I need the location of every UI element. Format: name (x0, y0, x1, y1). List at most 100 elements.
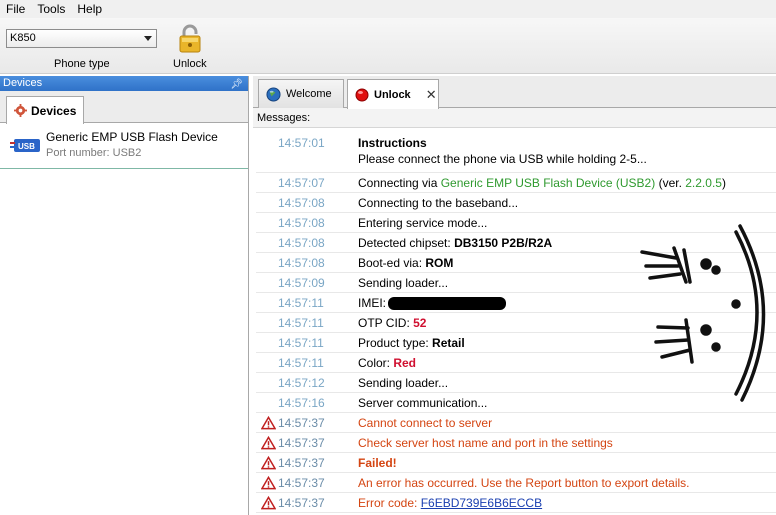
devices-panel-header: Devices 📌︎ (0, 76, 248, 91)
messages-label: Messages: (253, 108, 776, 128)
message-title: Instructions (358, 136, 427, 150)
message-text: Color: Red (358, 356, 416, 370)
usb-icon: USB (10, 139, 40, 152)
device-port: Port number: USB2 (46, 147, 142, 159)
usb-icon-text: USB (18, 142, 35, 151)
message-value: 52 (413, 316, 427, 330)
message-label: OTP CID: (358, 316, 414, 330)
close-icon[interactable]: ✕ (426, 87, 437, 103)
menu-tools[interactable]: Tools (31, 0, 71, 18)
message-time: 14:57:12 (278, 376, 325, 390)
message-time: 14:57:37 (278, 476, 325, 490)
message-label: Boot-ed via: (358, 256, 426, 270)
message-time: 14:57:08 (278, 196, 325, 210)
message-time: 14:57:37 (278, 496, 325, 510)
message-text: Sending loader... (358, 276, 449, 290)
message-text: Entering service mode... (358, 216, 488, 230)
message-label: IMEI: (358, 296, 387, 310)
phone-type-value: K850 (10, 32, 36, 44)
error-text: Check server host name and port in the s… (358, 436, 613, 450)
message-label: Color: (358, 356, 394, 370)
message-time: 14:57:08 (278, 256, 325, 270)
devices-panel-title: Devices (3, 77, 43, 89)
message-time: 14:57:37 (278, 436, 325, 450)
phone-type-label: Phone type (54, 58, 110, 70)
message-row: 14:57:08 Connecting to the baseband... (256, 193, 776, 213)
lock-icon (179, 24, 201, 53)
message-value: Red (393, 356, 417, 370)
error-row: 14:57:37 An error has occurred. Use the … (256, 473, 776, 493)
error-text: Failed! (358, 456, 397, 470)
message-text: Product type: Retail (358, 336, 465, 350)
device-list-item[interactable]: USB Generic EMP USB Flash Device Port nu… (0, 123, 248, 169)
devices-panel: Devices 📌︎ Devices USB Generic EMP USB F… (0, 76, 249, 515)
main-tabstrip: Welcome Unlock ✕ (253, 76, 776, 109)
menu-help[interactable]: Help (71, 0, 108, 18)
message-suffix: ) (721, 176, 726, 190)
message-time: 14:57:11 (278, 356, 324, 370)
error-text: Cannot connect to server (358, 416, 493, 430)
warning-icon (261, 436, 276, 450)
gear-icon (14, 104, 27, 117)
tab-welcome-label: Welcome (286, 88, 332, 100)
tab-unlock-label: Unlock (374, 88, 411, 101)
message-prefix: Connecting via (358, 176, 441, 190)
message-text: Sending loader... (358, 376, 449, 390)
message-device: Generic EMP USB Flash Device (USB2) (440, 176, 656, 190)
message-value: ROM (425, 256, 454, 270)
warning-icon (261, 456, 276, 470)
chevron-down-icon (144, 36, 152, 41)
warning-icon (261, 476, 276, 490)
message-text: IMEI: (358, 296, 507, 311)
record-icon (355, 88, 369, 101)
message-text: Connecting to the baseband... (358, 196, 519, 210)
message-text: Please connect the phone via USB while h… (358, 152, 647, 166)
message-mid: (ver. (655, 176, 686, 190)
message-time: 14:57:07 (278, 176, 325, 190)
message-time: 14:57:11 (278, 296, 324, 310)
message-label: Product type: (358, 336, 433, 350)
error-text: Error code: F6EBD739E6B6ECCB (358, 496, 542, 510)
message-value: DB3150 P2B/R2A (454, 236, 553, 250)
pin-icon[interactable]: 📌︎ (230, 77, 243, 92)
menu-bar: File Tools Help (0, 0, 776, 18)
error-row: 14:57:37 Check server host name and port… (256, 433, 776, 453)
toolbar: K850 Phone type Unlock (0, 18, 776, 74)
message-text: Server communication... (358, 396, 488, 410)
message-time: 14:57:11 (278, 316, 324, 330)
warning-icon (261, 496, 276, 510)
tab-devices[interactable]: Devices (6, 96, 84, 124)
message-time: 14:57:11 (278, 336, 324, 350)
message-text: Detected chipset: DB3150 P2B/R2A (358, 236, 552, 250)
error-code-label: Error code: (358, 496, 421, 510)
message-text: Connecting via Generic EMP USB Flash Dev… (358, 176, 726, 190)
message-time: 14:57:09 (278, 276, 325, 290)
message-time: 14:57:37 (278, 416, 325, 430)
tab-unlock[interactable]: Unlock ✕ (347, 79, 439, 109)
message-time: 14:57:08 (278, 216, 325, 230)
message-label: Detected chipset: (358, 236, 455, 250)
tab-welcome[interactable]: Welcome (258, 79, 344, 108)
message-time: 14:57:08 (278, 236, 325, 250)
unlock-button[interactable]: Unlock (166, 22, 214, 74)
message-row: 14:57:07 Connecting via Generic EMP USB … (256, 173, 776, 193)
warning-icon (261, 416, 276, 430)
error-row: 14:57:37 Error code: F6EBD739E6B6ECCB (256, 493, 776, 513)
error-text: An error has occurred. Use the Report bu… (358, 476, 690, 490)
message-text: Boot-ed via: ROM (358, 256, 453, 270)
message-row: 14:57:01 Instructions Please connect the… (256, 133, 776, 173)
smiley-doodle (640, 224, 766, 402)
unlock-label: Unlock (173, 58, 207, 70)
phone-type-select[interactable]: K850 (6, 29, 157, 48)
error-row: 14:57:37 Failed! (256, 453, 776, 473)
message-value: Retail (432, 336, 465, 350)
error-row: 14:57:37 Cannot connect to server (256, 413, 776, 433)
menu-file[interactable]: File (0, 0, 31, 18)
device-name: Generic EMP USB Flash Device (46, 130, 218, 144)
globe-icon (266, 86, 281, 102)
message-text: OTP CID: 52 (358, 316, 426, 330)
error-code-link[interactable]: F6EBD739E6B6ECCB (421, 496, 542, 510)
message-time: 14:57:16 (278, 396, 325, 410)
message-time: 14:57:01 (278, 136, 325, 150)
message-version: 2.2.0.5 (685, 176, 722, 190)
